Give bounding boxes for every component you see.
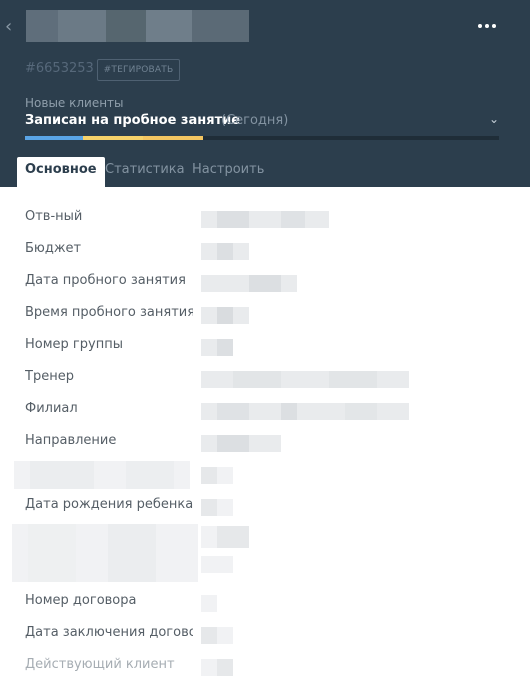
field-label: Номер договора — [25, 593, 137, 608]
field-value-redacted[interactable] — [201, 627, 233, 644]
tab-main[interactable]: Основное — [17, 157, 105, 187]
chevron-left-icon[interactable]: ‹ — [5, 18, 17, 36]
field-value-redacted[interactable] — [201, 307, 249, 324]
field-value-redacted[interactable] — [201, 211, 329, 228]
pipeline-name: Новые клиенты — [25, 96, 124, 110]
lead-title-redacted[interactable] — [26, 10, 249, 42]
field-value-redacted[interactable] — [201, 659, 233, 676]
stage-when: (Сегодня) — [221, 113, 289, 128]
field-value-redacted[interactable] — [201, 467, 233, 484]
field-label: Дата рождения ребенка — [25, 497, 193, 512]
tag-button[interactable]: #ТЕГИРОВАТЬ — [97, 59, 180, 81]
field-value-redacted[interactable] — [201, 499, 233, 516]
field-value-redacted[interactable] — [201, 526, 249, 548]
lead-header: ‹ #6653253 #ТЕГИРОВАТЬ Новые клиенты Зап… — [0, 0, 530, 187]
tab-settings[interactable]: Настроить — [192, 157, 264, 187]
more-dots-icon[interactable] — [478, 20, 496, 32]
field-label-redacted — [14, 461, 190, 489]
field-value-redacted[interactable] — [201, 371, 409, 388]
field-label: Филиал — [25, 401, 78, 416]
field-value-redacted[interactable] — [201, 556, 233, 573]
field-value-redacted[interactable] — [201, 339, 233, 356]
field-label: Дата пробного занятия — [25, 273, 186, 288]
field-value-redacted[interactable] — [201, 275, 297, 292]
field-label: Время пробного занятия — [25, 305, 193, 320]
field-value-redacted[interactable] — [201, 435, 281, 452]
field-label: Отв-ный — [25, 209, 83, 224]
field-label: Номер группы — [25, 337, 123, 352]
chevron-down-icon[interactable]: ⌄ — [489, 112, 499, 126]
field-label: Бюджет — [25, 241, 82, 256]
field-label: Направление — [25, 433, 117, 448]
field-label: Действующий клиент — [25, 657, 175, 672]
field-label-redacted — [12, 524, 198, 582]
field-value-redacted[interactable] — [201, 243, 249, 260]
lead-id: #6653253 — [25, 61, 94, 76]
field-label: Тренер — [25, 369, 74, 384]
stage-name[interactable]: Записан на пробное занятие — [25, 113, 240, 128]
field-value-redacted[interactable] — [201, 595, 217, 612]
stage-progress-bar — [25, 136, 499, 140]
field-label: Дата заключения договора — [25, 625, 193, 640]
field-value-redacted[interactable] — [201, 403, 409, 420]
tab-statistics[interactable]: Статистика — [105, 157, 185, 187]
